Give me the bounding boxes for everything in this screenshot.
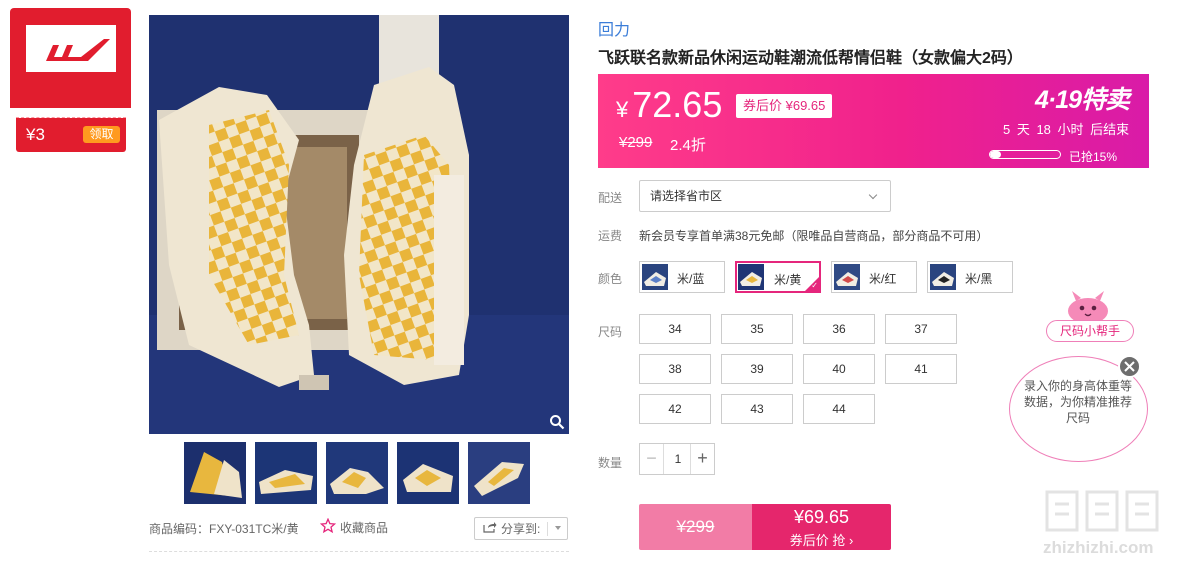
product-main-image[interactable] [149,15,569,434]
thumbnail[interactable] [184,442,246,504]
sku-code: 商品编码：FXY-031TC米/黄 [149,522,299,536]
check-icon: ✓ [811,281,818,290]
size-helper-mascot-icon[interactable] [1062,287,1114,324]
share-divider [547,522,548,536]
buy-action[interactable]: ¥69.65 券后价 抢 › [752,504,891,550]
buy-price: ¥69.65 [793,507,850,527]
buy-now-button[interactable]: ¥299 ¥69.65 券后价 抢 › [639,504,891,550]
favorite-label: 收藏商品 [340,521,389,535]
thumbnail[interactable] [468,442,530,504]
buy-subtext: 券后价 抢 › [789,533,854,548]
size-option[interactable]: 41 [885,354,957,384]
sale-event-title: 4·19特卖 [1035,86,1130,114]
current-price: ¥72.65 [616,84,722,126]
shipping-info: 新会员专享首单满38元免邮（限唯品自营商品，部分商品不可用） [639,229,989,243]
size-option[interactable]: 42 [639,394,711,424]
quantity-input[interactable]: 1 [664,444,692,474]
sold-progress-bar [989,150,1061,159]
product-title: 飞跃联名款新品休闲运动鞋潮流低帮情侣鞋（女款偏大2码） [598,50,1023,67]
color-option[interactable]: 米/黑 [927,261,1013,293]
thumbnail[interactable] [255,442,317,504]
size-option[interactable]: 40 [803,354,875,384]
discount-rate: 2.4折 [670,137,706,154]
currency-symbol: ¥ [616,97,629,122]
coupon-price-tag: 券后价 ¥69.65 [736,94,833,118]
sold-progress-text: 已抢15% [1069,150,1118,164]
color-swatch [930,264,956,290]
sold-progress-fill [990,151,1001,158]
brand-card [10,8,131,108]
size-option[interactable]: 43 [721,394,793,424]
meta-divider [149,551,569,552]
favorite-button[interactable]: 收藏商品 [319,517,389,537]
size-option[interactable]: 37 [885,314,957,344]
share-label: 分享到: [501,522,541,536]
brand-badge[interactable]: ¥3 领取 [10,8,131,152]
coupon-value: ¥3 [26,125,45,144]
watermark-text: zhizhizhi.com [1043,538,1154,557]
claim-coupon-button[interactable]: 领取 [83,126,120,143]
region-placeholder: 请选择省市区 [650,189,723,203]
decrement-button[interactable]: − [640,444,664,474]
size-option[interactable]: 38 [639,354,711,384]
delivery-label: 配送 [598,191,623,205]
quantity-label: 数量 [598,456,623,470]
warrior-logo [26,25,116,72]
color-option-label: 米/蓝 [677,272,705,286]
close-icon[interactable] [1118,355,1141,378]
product-meta-row: 商品编码：FXY-031TC米/黄 收藏商品 分享到: [149,517,569,540]
size-option[interactable]: 36 [803,314,875,344]
size-option[interactable]: 39 [721,354,793,384]
color-swatch [834,264,860,290]
coupon-bar[interactable]: ¥3 领取 [16,118,126,152]
share-icon [483,521,497,536]
caret-down-icon [555,526,561,530]
color-option-label: 米/黄 [774,273,802,287]
coupon-divider [16,117,126,118]
color-option-label: 米/红 [869,272,897,286]
share-button[interactable]: 分享到: [474,517,568,540]
size-label: 尺码 [598,325,623,339]
zoom-icon[interactable] [549,414,565,430]
size-option[interactable]: 34 [639,314,711,344]
watermark: zhizhizhi.com [1035,480,1175,560]
buy-original-price: ¥299 [639,504,752,550]
thumbnail[interactable] [397,442,459,504]
quantity-stepper: − 1 + [639,443,715,475]
shipping-label: 运费 [598,229,623,243]
color-swatch [738,264,764,290]
increment-button[interactable]: + [690,444,714,474]
color-option-label: 米/黑 [965,272,993,286]
chevron-down-icon [868,190,878,200]
color-option[interactable]: 米/蓝 [639,261,725,293]
thumbnail[interactable] [326,442,388,504]
price-banner: ¥72.65 券后价 ¥69.65 ¥299 2.4折 4·19特卖 5 天 1… [598,74,1149,168]
brand-link[interactable]: 回力 [598,16,630,40]
size-option[interactable]: 44 [803,394,875,424]
color-option-selected[interactable]: 米/黄 ✓ [735,261,821,293]
current-price-value: 72.65 [632,84,723,125]
size-option[interactable]: 35 [721,314,793,344]
size-helper-text: 录入你的身高体重等数据，为你精准推荐尺码 [1024,379,1133,425]
star-icon [319,517,337,537]
region-select[interactable]: 请选择省市区 [639,180,891,212]
countdown-timer: 5 天 18 小时 后结束 [1003,122,1130,137]
color-label: 颜色 [598,272,623,286]
original-price: ¥299 [619,134,653,151]
size-helper-title[interactable]: 尺码小帮手 [1046,320,1134,342]
color-swatch [642,264,668,290]
color-option[interactable]: 米/红 [831,261,917,293]
